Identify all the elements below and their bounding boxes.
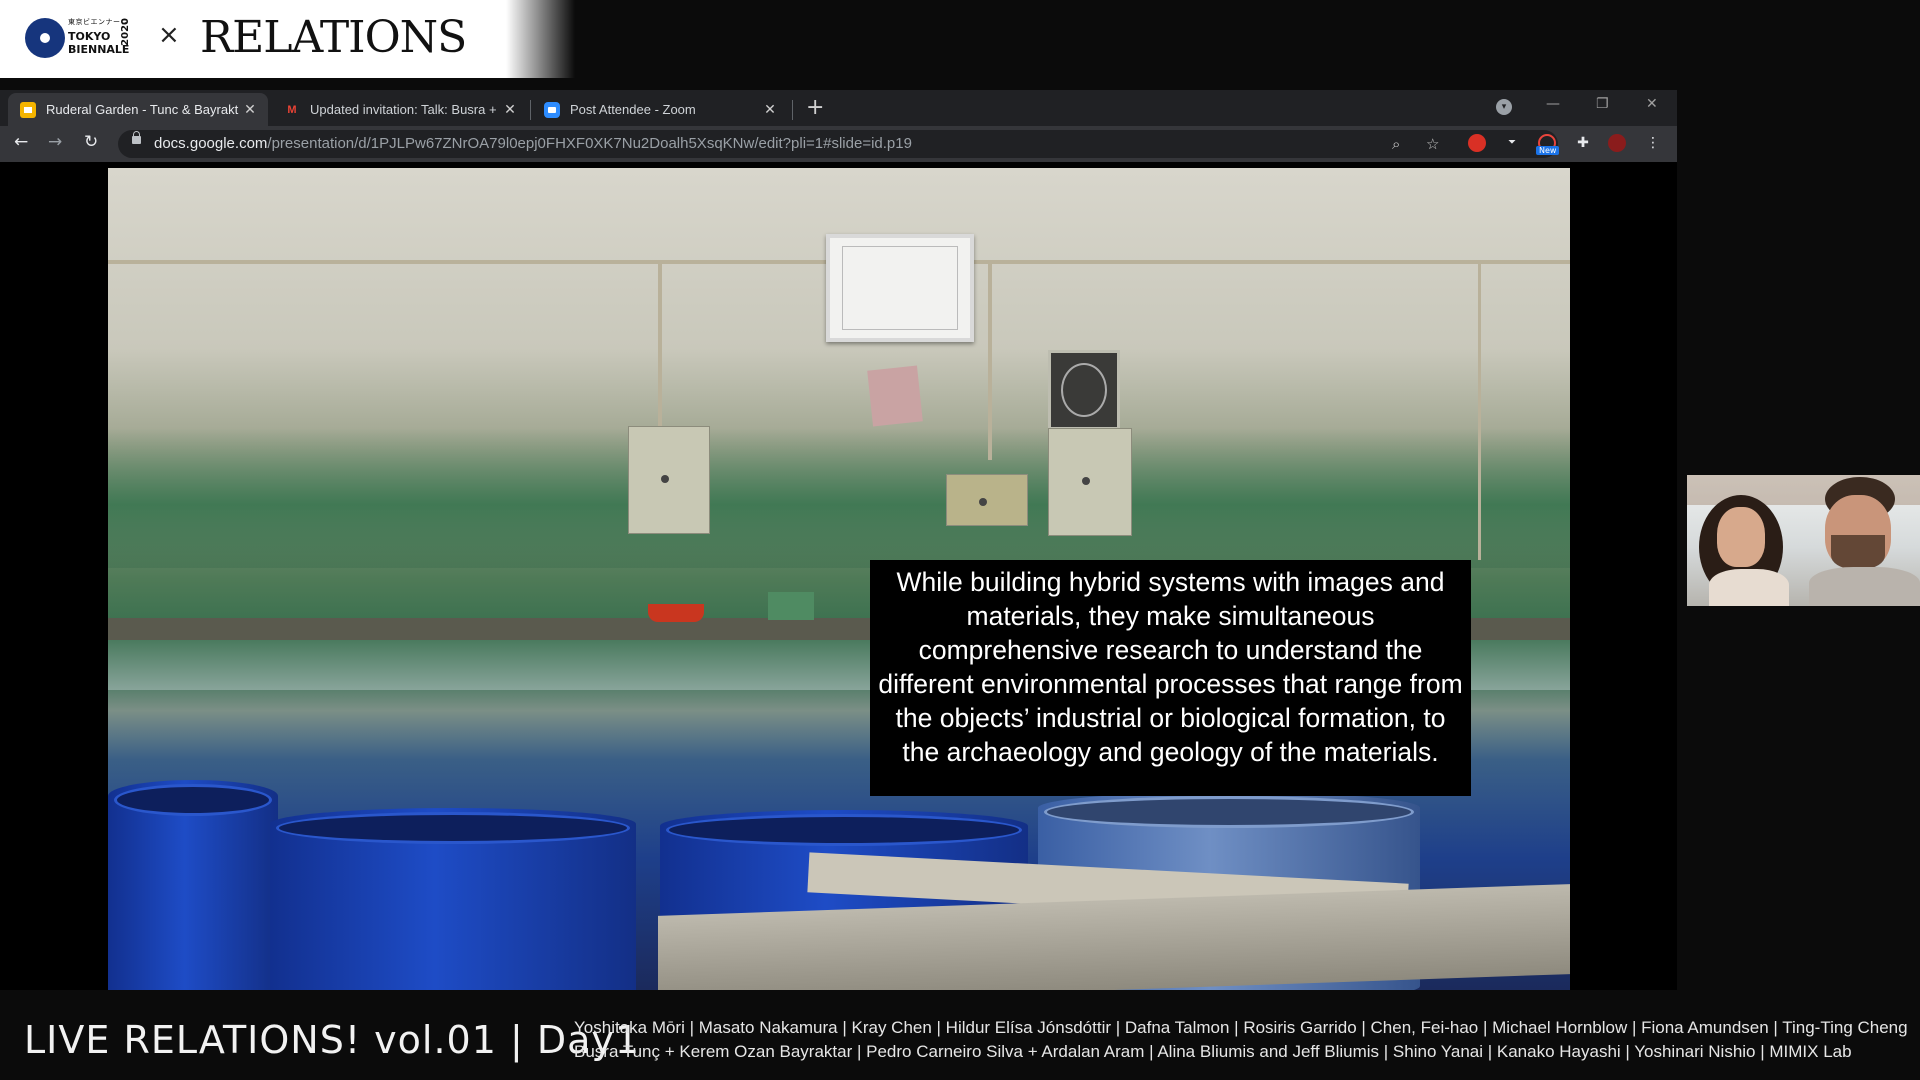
tab-title: Ruderal Garden - Tunc & Bayrakt [46, 102, 239, 117]
webcam-video [1687, 475, 1920, 606]
tab-search-icon[interactable]: ▾ [1496, 99, 1512, 115]
back-icon[interactable]: ← [14, 132, 28, 152]
event-title: LIVE RELATIONS! vol.01 | Day1 [24, 1018, 641, 1062]
slide-caption: While building hybrid systems with image… [870, 560, 1471, 796]
url-host: docs.google.com [154, 135, 268, 152]
logo-year: 2020 [120, 18, 131, 46]
red-bowl [648, 604, 704, 622]
restore-icon[interactable]: ❐ [1596, 96, 1609, 112]
tab-title: Post Attendee - Zoom [570, 102, 696, 117]
menu-kebab-icon[interactable]: ⋮ [1644, 134, 1662, 152]
zoom-magnifier-icon[interactable]: ⌕ [1392, 135, 1400, 153]
reload-icon[interactable]: ↻ [84, 132, 98, 152]
meter-box [946, 474, 1028, 526]
extensions-puzzle-icon[interactable]: ✚ [1574, 134, 1592, 152]
blue-barrel [108, 780, 278, 990]
new-tab-button[interactable]: + [806, 95, 824, 120]
participants-line-1: Yoshitaka Mōri | Masato Nakamura | Kray … [574, 1018, 1908, 1037]
tab-updated-invitation[interactable]: M Updated invitation: Talk: Busra + ✕ [272, 93, 528, 126]
green-box [768, 592, 814, 620]
close-window-icon[interactable]: ✕ [1646, 96, 1658, 112]
browser-window: Ruderal Garden - Tunc & Bayrakt ✕ M Upda… [0, 90, 1677, 990]
participants-list: Yoshitaka Mōri | Masato Nakamura | Kray … [574, 1016, 1908, 1064]
tokyo-biennale-logo-icon [25, 18, 65, 58]
browser-toolbar: ← → ↻ docs.google.com/presentation/d/1PJ… [0, 126, 1677, 162]
forward-icon[interactable]: → [48, 132, 62, 152]
event-banner: 東京ビエンナーレ TOKYO BIENNALE 2020 × RELATIONS [0, 0, 575, 78]
wall-plaque [1048, 350, 1120, 430]
extension-filter-icon[interactable]: ⏷ [1503, 134, 1521, 152]
speaker-two-shirt [1809, 567, 1920, 606]
close-tab-icon[interactable]: ✕ [760, 101, 780, 118]
tab-strip: Ruderal Garden - Tunc & Bayrakt ✕ M Upda… [0, 90, 1677, 126]
electric-box [1048, 428, 1132, 536]
wall-wire [1478, 260, 1481, 560]
zoom-icon [544, 101, 560, 118]
tab-ruderal-garden[interactable]: Ruderal Garden - Tunc & Bayrakt ✕ [8, 93, 268, 126]
cross-mark: × [158, 20, 180, 50]
new-badge: New [1536, 146, 1560, 155]
close-tab-icon[interactable]: ✕ [240, 101, 260, 118]
url-path: /presentation/d/1PJLPw67ZNrOA79l0epj0FHX… [267, 135, 912, 152]
minimize-icon[interactable]: — [1546, 96, 1560, 112]
logo-japanese-text: 東京ビエンナーレ [68, 18, 128, 26]
tab-separator [530, 100, 531, 120]
speaker-one-face [1717, 507, 1765, 567]
lock-icon[interactable] [132, 131, 141, 144]
wall-clock [826, 234, 974, 342]
profile-avatar[interactable] [1608, 134, 1626, 152]
tab-post-attendee-zoom[interactable]: Post Attendee - Zoom ✕ [532, 93, 788, 126]
wall-stain [108, 428, 1570, 568]
electric-box [628, 426, 710, 534]
address-bar[interactable]: docs.google.com/presentation/d/1PJLPw67Z… [118, 130, 1558, 158]
tab-title: Updated invitation: Talk: Busra + [310, 102, 497, 117]
url-text[interactable]: docs.google.com/presentation/d/1PJLPw67Z… [154, 135, 912, 152]
slide-photo: While building hybrid systems with image… [108, 168, 1570, 990]
wall-wire [988, 260, 992, 460]
close-tab-icon[interactable]: ✕ [500, 101, 520, 118]
relations-title: RELATIONS [200, 12, 467, 63]
event-footer: LIVE RELATIONS! vol.01 | Day1 Yoshitaka … [0, 1000, 1920, 1080]
blue-barrel [270, 808, 636, 990]
wall-paper [867, 365, 923, 427]
extension-red-icon[interactable] [1468, 134, 1486, 152]
gmail-icon: M [287, 103, 297, 116]
speaker-one-shirt [1709, 569, 1789, 606]
bookmark-star-icon[interactable]: ☆ [1426, 135, 1439, 153]
speaker-two-beard [1831, 535, 1885, 569]
slides-icon [20, 101, 36, 118]
participants-line-2: Buşra Tunç + Kerem Ozan Bayraktar | Pedr… [574, 1042, 1852, 1061]
tab-separator [792, 100, 793, 120]
wall-wire [658, 260, 662, 430]
